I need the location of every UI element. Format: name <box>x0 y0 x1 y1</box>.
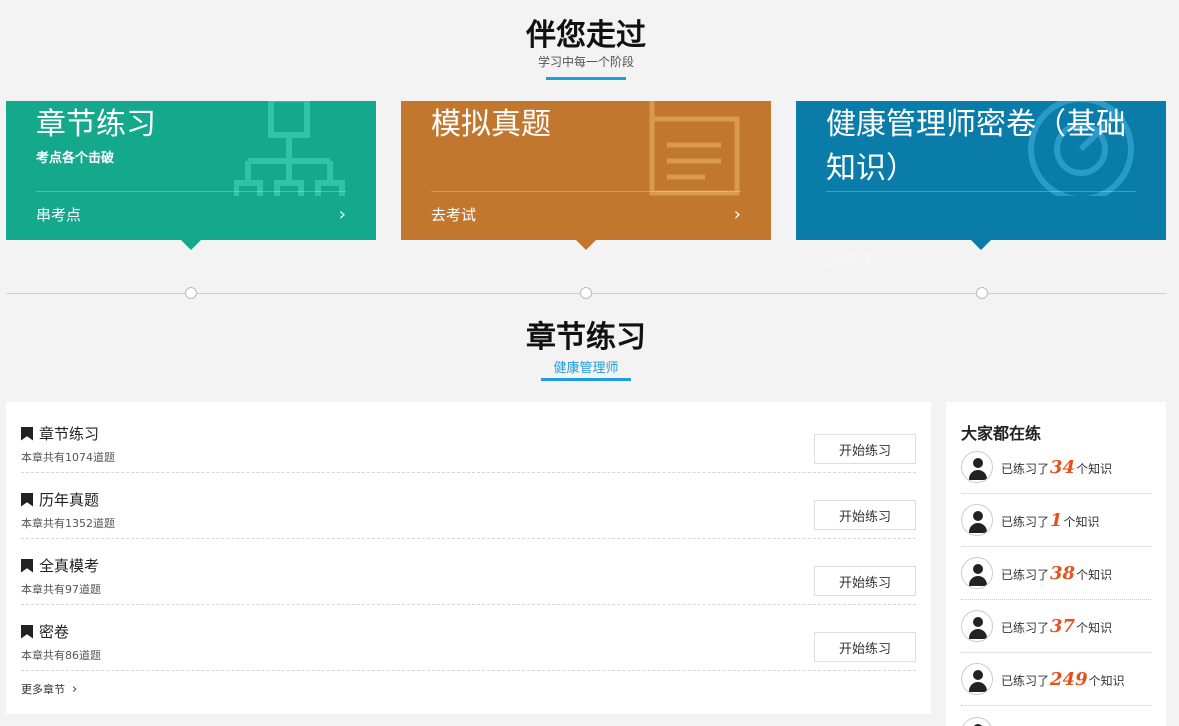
card-link-label: 串考点 <box>36 205 82 224</box>
activity-prefix: 已练习了 <box>1001 620 1050 635</box>
card-link[interactable]: 去考试 › <box>826 249 1136 271</box>
section-subtitle[interactable]: 健康管理师 <box>0 357 1172 376</box>
activity-suffix: 个知识 <box>1076 620 1113 635</box>
activity-item: 已练习了 34 个知识 <box>961 441 1151 494</box>
chapter-row: 历年真题 本章共有1352道题 开始练习 <box>21 473 916 539</box>
bookmark-icon <box>21 492 33 507</box>
chapter-count: 本章共有1074道题 <box>21 451 115 464</box>
chapter-count: 本章共有86道题 <box>21 649 101 662</box>
timeline-dot <box>185 287 197 299</box>
chapter-name: 章节练习 <box>39 425 100 443</box>
chevron-right-icon: › <box>72 681 78 697</box>
activity-count: 34 <box>1050 456 1076 478</box>
user-avatar-icon <box>961 716 993 726</box>
card-secret-paper[interactable]: 健康管理师密卷（基础知识） 去考试 › <box>796 101 1166 271</box>
user-avatar-icon <box>961 557 993 589</box>
activity-suffix: 个知识 <box>1088 673 1125 688</box>
card-mock-exam[interactable]: 模拟真题 去考试 › <box>401 101 771 250</box>
user-avatar-icon <box>961 451 993 483</box>
chapter-row: 章节练习 本章共有1074道题 开始练习 <box>21 407 916 473</box>
activity-prefix: 已练习了 <box>1001 567 1050 582</box>
bookmark-icon <box>21 558 33 573</box>
activity-prefix: 已练习了 <box>1001 461 1050 476</box>
card-divider <box>36 191 346 192</box>
activity-suffix: 个知识 <box>1063 514 1100 529</box>
timeline-dot <box>976 287 988 299</box>
card-title: 模拟真题 <box>431 107 551 142</box>
start-practice-button[interactable]: 开始练习 <box>814 632 916 662</box>
chevron-right-icon: › <box>1128 249 1136 271</box>
activity-item: 已练习了 38 个知识 <box>961 547 1151 600</box>
bookmark-icon <box>21 624 33 639</box>
section-underline <box>541 378 631 381</box>
start-practice-button[interactable]: 开始练习 <box>814 566 916 596</box>
card-desc: 考点各个击破 <box>36 151 115 166</box>
card-pointer <box>181 240 201 250</box>
chapter-row: 密卷 本章共有86道题 开始练习 <box>21 605 916 671</box>
card-link-label: 去考试 <box>431 205 477 224</box>
activity-suffix: 个知识 <box>1076 461 1113 476</box>
card-title: 健康管理师密卷（基础知识） <box>826 107 1126 186</box>
chapter-count: 本章共有1352道题 <box>21 517 115 530</box>
hero-underline <box>546 77 626 80</box>
activity-count: 37 <box>1050 615 1076 637</box>
timeline-dot <box>580 287 592 299</box>
card-link-label: 去考试 <box>826 251 872 270</box>
chapter-name: 密卷 <box>39 623 70 641</box>
chapter-count: 本章共有97道题 <box>21 583 101 596</box>
card-pointer <box>971 240 991 250</box>
chapter-list-panel: 章节练习 本章共有1074道题 开始练习 历年真题 本章共有1352道题 开始练… <box>6 402 931 714</box>
card-divider <box>826 191 1136 192</box>
start-practice-button[interactable]: 开始练习 <box>814 500 916 530</box>
card-link[interactable]: 去考试 › <box>431 203 741 225</box>
card-pointer <box>576 240 596 250</box>
activity-item: 已练习了 1 个知识 <box>961 494 1151 547</box>
activity-count: 249 <box>1050 668 1088 690</box>
activity-suffix: 个知识 <box>1076 567 1113 582</box>
hero-subtitle: 学习中每一个阶段 <box>537 55 634 69</box>
more-chapters-link[interactable]: 更多章节 › <box>21 681 77 697</box>
chevron-right-icon: › <box>338 203 346 225</box>
activity-item: 已练习了 249 个知识 <box>961 653 1151 706</box>
user-avatar-icon <box>961 504 993 536</box>
activity-sidebar: 大家都在练 已练习了 34 个知识 已练习了 1 个知识 已练习了 38 个知识 已练习了 3… <box>946 402 1166 726</box>
card-divider <box>431 191 741 192</box>
hero-title: 伴您走过 <box>526 18 646 53</box>
card-link[interactable]: 串考点 › <box>36 203 346 225</box>
start-practice-button[interactable]: 开始练习 <box>814 434 916 464</box>
more-chapters-label: 更多章节 <box>21 683 65 696</box>
activity-prefix: 已练习了 <box>1001 514 1050 529</box>
activity-count: 1 <box>1050 509 1063 531</box>
section-title: 章节练习 <box>526 320 646 355</box>
activity-count: 38 <box>1050 562 1076 584</box>
user-avatar-icon <box>961 610 993 642</box>
chapter-name: 历年真题 <box>39 491 100 509</box>
bookmark-icon <box>21 426 33 441</box>
activity-prefix: 已练习了 <box>1001 673 1050 688</box>
activity-item <box>961 706 1151 726</box>
activity-item: 已练习了 37 个知识 <box>961 600 1151 653</box>
chapter-name: 全真模考 <box>39 557 100 575</box>
card-title: 章节练习 <box>36 107 156 142</box>
user-avatar-icon <box>961 663 993 695</box>
card-chapter-practice[interactable]: 章节练习 考点各个击破 串考点 › <box>6 101 376 250</box>
chevron-right-icon: › <box>733 203 741 225</box>
chapter-row: 全真模考 本章共有97道题 开始练习 <box>21 539 916 605</box>
